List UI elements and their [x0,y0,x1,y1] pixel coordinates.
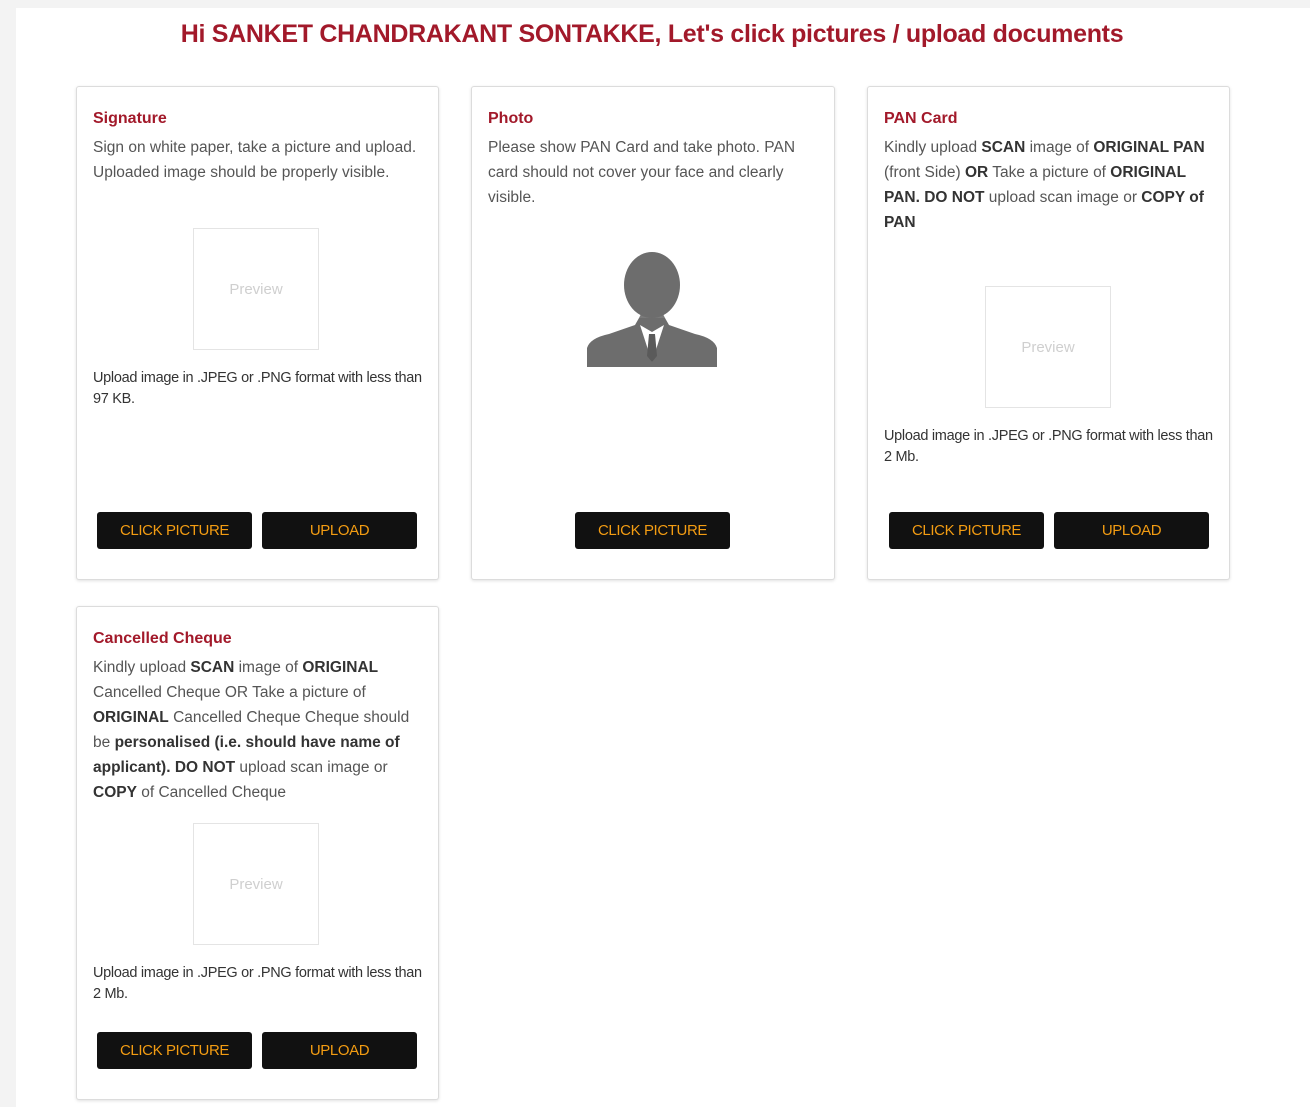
card-description: Please show PAN Card and take photo. PAN… [488,135,818,210]
description-text: upload scan image or [235,759,388,776]
click-picture-button[interactable]: CLICK PICTURE [97,512,252,549]
description-text: image of [1025,139,1094,156]
click-picture-button[interactable]: CLICK PICTURE [97,1032,252,1069]
cancelled-cheque-card: Cancelled Cheque Kindly upload SCAN imag… [76,606,439,1100]
description-text: Cancelled Cheque OR Take a picture of [93,684,366,701]
description-text: COPY [93,784,137,801]
card-title: Cancelled Cheque [93,630,232,647]
description-text: ORIGINAL PAN [1093,139,1205,156]
description-text: SCAN [981,139,1026,156]
description-text: of Cancelled Cheque [136,784,287,801]
card-title: Signature [93,110,167,127]
description-text: Kindly upload [884,139,982,156]
pan-card: PAN Card Kindly upload SCAN image of ORI… [867,86,1230,580]
page-container: Hi SANKET CHANDRAKANT SONTAKKE, Let's cl… [16,8,1310,1107]
format-note: Upload image in .JPEG or .PNG format wit… [93,370,422,407]
card-description: Kindly upload SCAN image of ORIGINAL PAN… [884,135,1214,235]
format-note: Upload image in .JPEG or .PNG format wit… [93,965,422,1002]
description-text: (front Side) [884,164,965,181]
signature-preview: Preview [193,228,319,350]
photo-card: Photo Please show PAN Card and take phot… [471,86,835,580]
card-title: Photo [488,110,534,127]
description-text: OR [964,164,989,181]
click-picture-button[interactable]: CLICK PICTURE [575,512,730,549]
card-title: PAN Card [884,110,958,127]
person-silhouette-icon [587,252,717,367]
upload-button[interactable]: UPLOAD [262,1032,417,1069]
description-text: Take a picture of [988,164,1111,181]
upload-button[interactable]: UPLOAD [1054,512,1209,549]
description-text: ORIGINAL [93,709,169,726]
description-text: SCAN [190,659,235,676]
pan-preview: Preview [985,286,1111,408]
card-description: Sign on white paper, take a picture and … [93,135,423,185]
click-picture-button[interactable]: CLICK PICTURE [889,512,1044,549]
cheque-preview: Preview [193,823,319,945]
description-text: ORIGINAL [302,659,379,676]
signature-card: Signature Sign on white paper, take a pi… [76,86,439,580]
description-text: Kindly upload [93,659,191,676]
description-text: Sign on white paper, take a picture and … [93,139,417,181]
description-text: image of [234,659,303,676]
format-note: Upload image in .JPEG or .PNG format wit… [884,428,1213,465]
upload-button[interactable]: UPLOAD [262,512,417,549]
description-text: Please show PAN Card and take photo. PAN… [488,139,796,206]
card-description: Kindly upload SCAN image of ORIGINAL Can… [93,655,423,805]
page-heading: Hi SANKET CHANDRAKANT SONTAKKE, Let's cl… [180,20,1124,48]
description-text: upload scan image or [984,189,1142,206]
